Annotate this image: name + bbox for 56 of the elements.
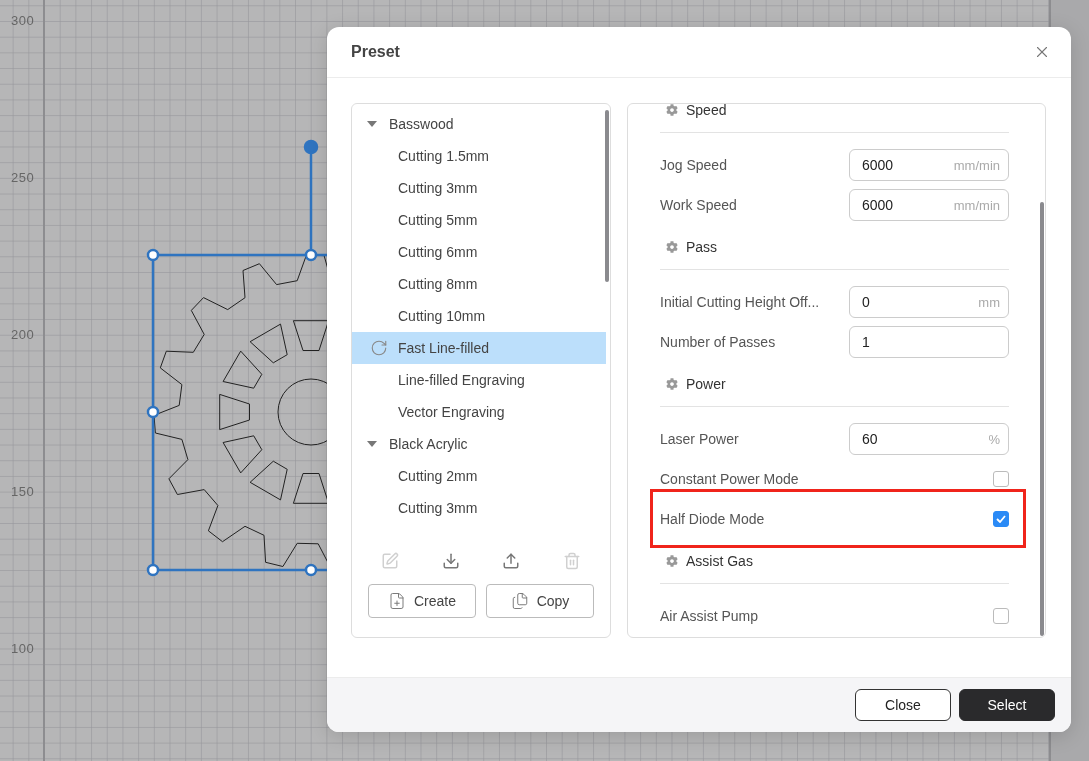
tree-item[interactable]: Cutting 8mm [352, 268, 606, 300]
field-label: Laser Power [660, 431, 739, 447]
number-field[interactable]: 60 % [849, 423, 1009, 455]
section-title: Power [686, 376, 726, 392]
tree-item[interactable]: Line-filled Engraving [352, 364, 606, 396]
tree-item[interactable]: Cutting 10mm [352, 300, 606, 332]
check-icon [996, 515, 1006, 523]
copy-button[interactable]: Copy [486, 584, 594, 618]
gear-icon [666, 104, 678, 116]
export-icon[interactable] [502, 552, 521, 570]
file-plus-icon [388, 592, 406, 610]
tree-item[interactable]: Cutting 5mm [352, 204, 606, 236]
group-label: Basswood [389, 116, 454, 132]
import-icon[interactable] [441, 552, 460, 570]
number-field[interactable]: 0 mm [849, 286, 1009, 318]
ruler-label: 300 [11, 13, 35, 28]
caret-icon[interactable] [367, 440, 377, 448]
field-label: Work Speed [660, 197, 737, 213]
create-button[interactable]: Create [368, 584, 476, 618]
ruler-label: 100 [11, 641, 35, 656]
ruler-label: 250 [11, 170, 35, 185]
copy-icon [510, 592, 529, 610]
checkbox[interactable] [993, 471, 1009, 487]
number-field[interactable]: 6000 mm/min [849, 149, 1009, 181]
field-label: Jog Speed [660, 157, 727, 173]
section-title: Speed [686, 104, 727, 118]
tree-group[interactable]: Basswood [352, 108, 610, 140]
caret-icon[interactable] [367, 120, 377, 128]
field-label: Constant Power Mode [660, 471, 799, 487]
checkbox[interactable] [993, 608, 1009, 624]
section-title: Assist Gas [686, 553, 753, 569]
ruler-label: 200 [11, 327, 35, 342]
tree-item[interactable]: Cutting 6mm [352, 236, 606, 268]
close-button[interactable]: Close [855, 689, 951, 721]
tree-item[interactable]: Cutting 1.5mm [352, 140, 606, 172]
checkbox[interactable] [993, 511, 1009, 527]
select-button[interactable]: Select [959, 689, 1055, 721]
gear-icon [666, 378, 678, 390]
number-field[interactable]: 1 [849, 326, 1009, 358]
ruler-label: 150 [11, 484, 35, 499]
section-title: Pass [686, 239, 718, 255]
tree-item[interactable]: Vector Engraving [352, 396, 606, 428]
field-label: Number of Passes [660, 334, 776, 350]
gear-icon [666, 555, 678, 567]
field-label: Initial Cutting Height Off... [660, 294, 820, 310]
field-label: Half Diode Mode [660, 511, 765, 527]
tree-item[interactable]: Fast Line-filled [352, 332, 606, 364]
gear-icon [666, 241, 678, 253]
group-label: Black Acrylic [389, 436, 468, 452]
number-field[interactable]: 6000 mm/min [849, 189, 1009, 221]
tree-item[interactable]: Cutting 3mm [352, 172, 606, 204]
tree-item[interactable]: Cutting 3mm [352, 492, 606, 524]
field-label: Air Assist Pump [660, 608, 759, 624]
tree-group[interactable]: Black Acrylic [352, 428, 610, 460]
tree-item[interactable]: Cutting 2mm [352, 460, 606, 492]
dialog-title: Preset [351, 43, 400, 61]
